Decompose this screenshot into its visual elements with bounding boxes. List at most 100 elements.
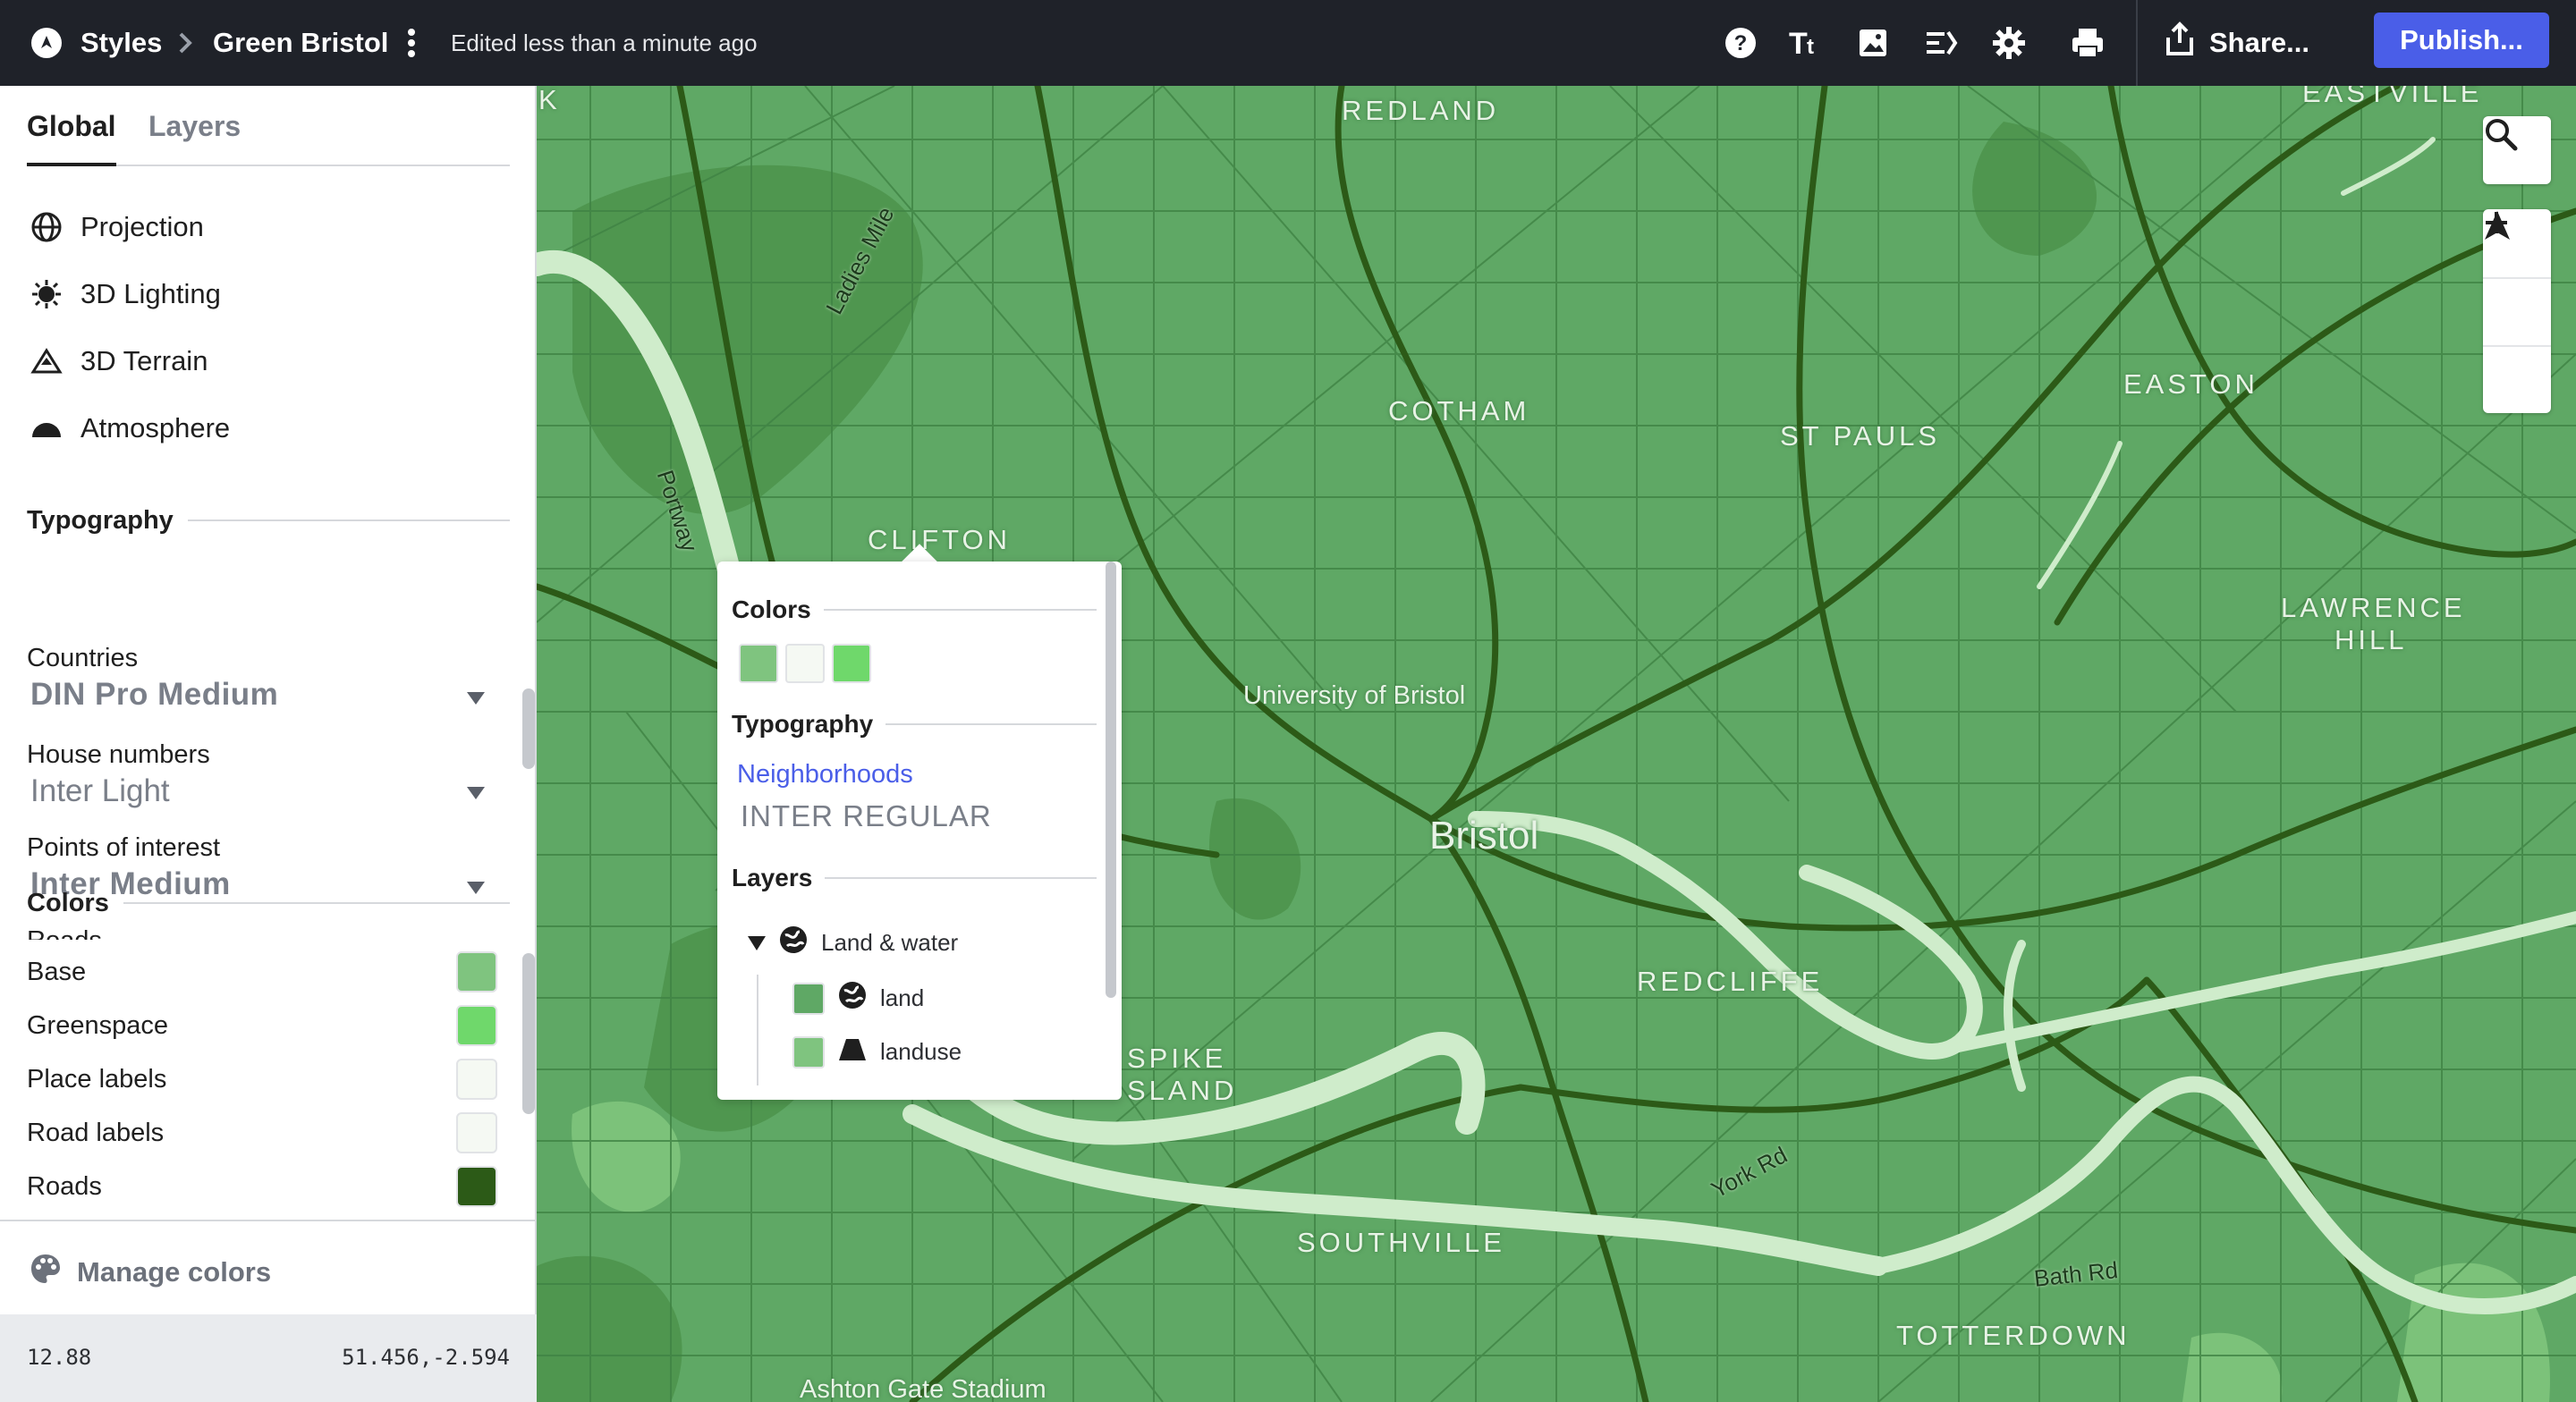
color-row-greenspace[interactable]: Greenspace xyxy=(27,1005,497,1046)
style-panel: Global Layers Projection 3D Lighting 3D … xyxy=(0,86,537,1402)
landuse-icon xyxy=(837,1034,868,1070)
map-label-spike: SPIKE xyxy=(1127,1043,1227,1074)
popup-layers-heading-label: Layers xyxy=(732,864,813,891)
nav-atmosphere[interactable]: Atmosphere xyxy=(27,401,474,455)
layer-item-landuse[interactable]: landuse xyxy=(792,1034,962,1070)
share-label: Share... xyxy=(2209,27,2309,58)
scrollbar-thumb[interactable] xyxy=(522,688,535,769)
popup-color-swatch[interactable] xyxy=(832,644,871,683)
color-label-road-labels: Road labels xyxy=(27,1118,165,1147)
font-label-countries: Countries xyxy=(27,644,139,672)
layer-item-label: land xyxy=(880,984,925,1011)
color-row-roads[interactable]: Roads xyxy=(27,1166,497,1207)
font-label-poi: Points of interest xyxy=(27,833,220,862)
color-swatch-road-labels[interactable] xyxy=(456,1112,497,1153)
font-select-house-numbers[interactable]: Inter Light xyxy=(30,773,170,810)
atmosphere-icon xyxy=(27,409,66,448)
chevron-down-icon[interactable] xyxy=(467,787,485,799)
map-search-button[interactable] xyxy=(2483,116,2551,184)
font-label-roads: Roads xyxy=(27,925,102,940)
divider xyxy=(123,902,510,904)
color-row-place-labels[interactable]: Place labels xyxy=(27,1059,497,1100)
legend-icon[interactable] xyxy=(1918,20,1964,66)
share-button[interactable]: Share... xyxy=(2165,18,2309,68)
share-icon xyxy=(2165,21,2195,64)
lighting-icon xyxy=(27,274,66,314)
color-row-road-labels[interactable]: Road labels xyxy=(27,1112,497,1153)
nav-3d-terrain[interactable]: 3D Terrain xyxy=(27,334,474,388)
color-label-greenspace: Greenspace xyxy=(27,1010,168,1040)
layer-item-land[interactable]: land xyxy=(792,980,924,1017)
color-label-place-labels: Place labels xyxy=(27,1064,167,1094)
tab-layers[interactable]: Layers xyxy=(148,107,241,145)
scrollbar-thumb[interactable] xyxy=(1106,562,1116,998)
divider xyxy=(825,877,1097,879)
tree-guide-line xyxy=(757,975,758,1085)
mountain-icon xyxy=(27,342,66,381)
typography-heading: Typography xyxy=(27,503,510,538)
globe-icon xyxy=(27,207,66,247)
map-label-sland: SLAND xyxy=(1127,1075,1238,1106)
search-icon[interactable] xyxy=(2483,116,2551,184)
help-icon[interactable]: ? xyxy=(1717,20,1764,66)
breadcrumb-styles[interactable]: Styles xyxy=(80,21,162,64)
layer-group-land-water[interactable]: Land & water xyxy=(748,925,958,961)
typography-list[interactable]: Countries DIN Pro Medium House numbers I… xyxy=(0,560,537,940)
divider xyxy=(2136,0,2138,86)
status-bar: 12.88 51.456,-2.594 xyxy=(0,1314,537,1402)
color-swatch-base[interactable] xyxy=(456,951,497,992)
caret-down-icon[interactable] xyxy=(748,929,766,957)
map-label-redcliffe: REDCLIFFE xyxy=(1637,966,1824,997)
breadcrumb-style-name[interactable]: Green Bristol xyxy=(213,21,388,64)
map-label-bristol: Bristol xyxy=(1429,814,1539,857)
layer-color-swatch xyxy=(792,1035,825,1068)
scrollbar-thumb[interactable] xyxy=(522,953,535,1114)
map-label-eastville: EASTVILLE xyxy=(2302,86,2483,108)
greenspace-areas xyxy=(572,1101,2550,1402)
divider xyxy=(886,723,1097,725)
zoom-out-icon[interactable] xyxy=(2483,221,2551,345)
mapbox-logo-icon[interactable] xyxy=(27,23,66,63)
color-label-base: Base xyxy=(27,957,87,986)
manage-colors-button[interactable]: Manage colors xyxy=(0,1220,537,1323)
settings-gear-icon[interactable] xyxy=(1986,20,2032,66)
popup-typography-heading-label: Typography xyxy=(732,710,874,738)
nav-projection[interactable]: Projection xyxy=(27,200,474,254)
color-row-base[interactable]: Base xyxy=(27,951,497,992)
font-select-countries[interactable]: DIN Pro Medium xyxy=(30,676,278,714)
typography-heading-label: Typography xyxy=(27,505,174,535)
popup-color-swatch[interactable] xyxy=(739,644,778,683)
more-options-icon[interactable] xyxy=(401,21,422,64)
nav-projection-label: Projection xyxy=(80,211,204,242)
color-label-roads: Roads xyxy=(27,1171,102,1201)
globe-icon xyxy=(778,925,809,961)
map-label-totterdown: TOTTERDOWN xyxy=(1896,1320,2131,1351)
coordinate-readout: 51.456,-2.594 xyxy=(342,1345,510,1370)
color-swatch-roads[interactable] xyxy=(456,1166,497,1207)
map-label-university: University of Bristol xyxy=(1243,681,1466,710)
color-swatch-greenspace[interactable] xyxy=(456,1005,497,1046)
colors-heading-label: Colors xyxy=(27,888,109,917)
svg-text:?: ? xyxy=(1734,31,1748,55)
print-icon[interactable] xyxy=(2064,20,2111,66)
images-icon[interactable] xyxy=(1850,20,1896,66)
map-label-redland: REDLAND xyxy=(1342,95,1500,126)
color-swatch-place-labels[interactable] xyxy=(456,1059,497,1100)
popup-typography-link[interactable]: Neighborhoods xyxy=(737,760,913,790)
divider xyxy=(823,609,1097,611)
map-label-ashton-gate: Ashton Gate Stadium xyxy=(800,1375,1046,1402)
popup-color-swatch[interactable] xyxy=(785,644,825,683)
nav-3d-lighting[interactable]: 3D Lighting xyxy=(27,267,474,321)
popup-colors-heading: Colors xyxy=(732,595,1097,624)
tab-global[interactable]: Global xyxy=(27,107,116,166)
map-label-hill: HILL xyxy=(2334,624,2408,655)
publish-button[interactable]: Publish... xyxy=(2374,13,2549,68)
globe-icon xyxy=(837,980,868,1017)
map-label-st-pauls: ST PAULS xyxy=(1780,420,1941,452)
feature-popup[interactable]: Colors Typography Neighborhoods INTER RE… xyxy=(717,562,1122,1100)
chevron-down-icon[interactable] xyxy=(467,692,485,705)
compass-icon[interactable] xyxy=(2483,211,2551,413)
typography-icon[interactable]: Tt xyxy=(1784,20,1830,66)
nav-atmosphere-label: Atmosphere xyxy=(80,412,231,443)
palette-icon xyxy=(29,1252,63,1293)
